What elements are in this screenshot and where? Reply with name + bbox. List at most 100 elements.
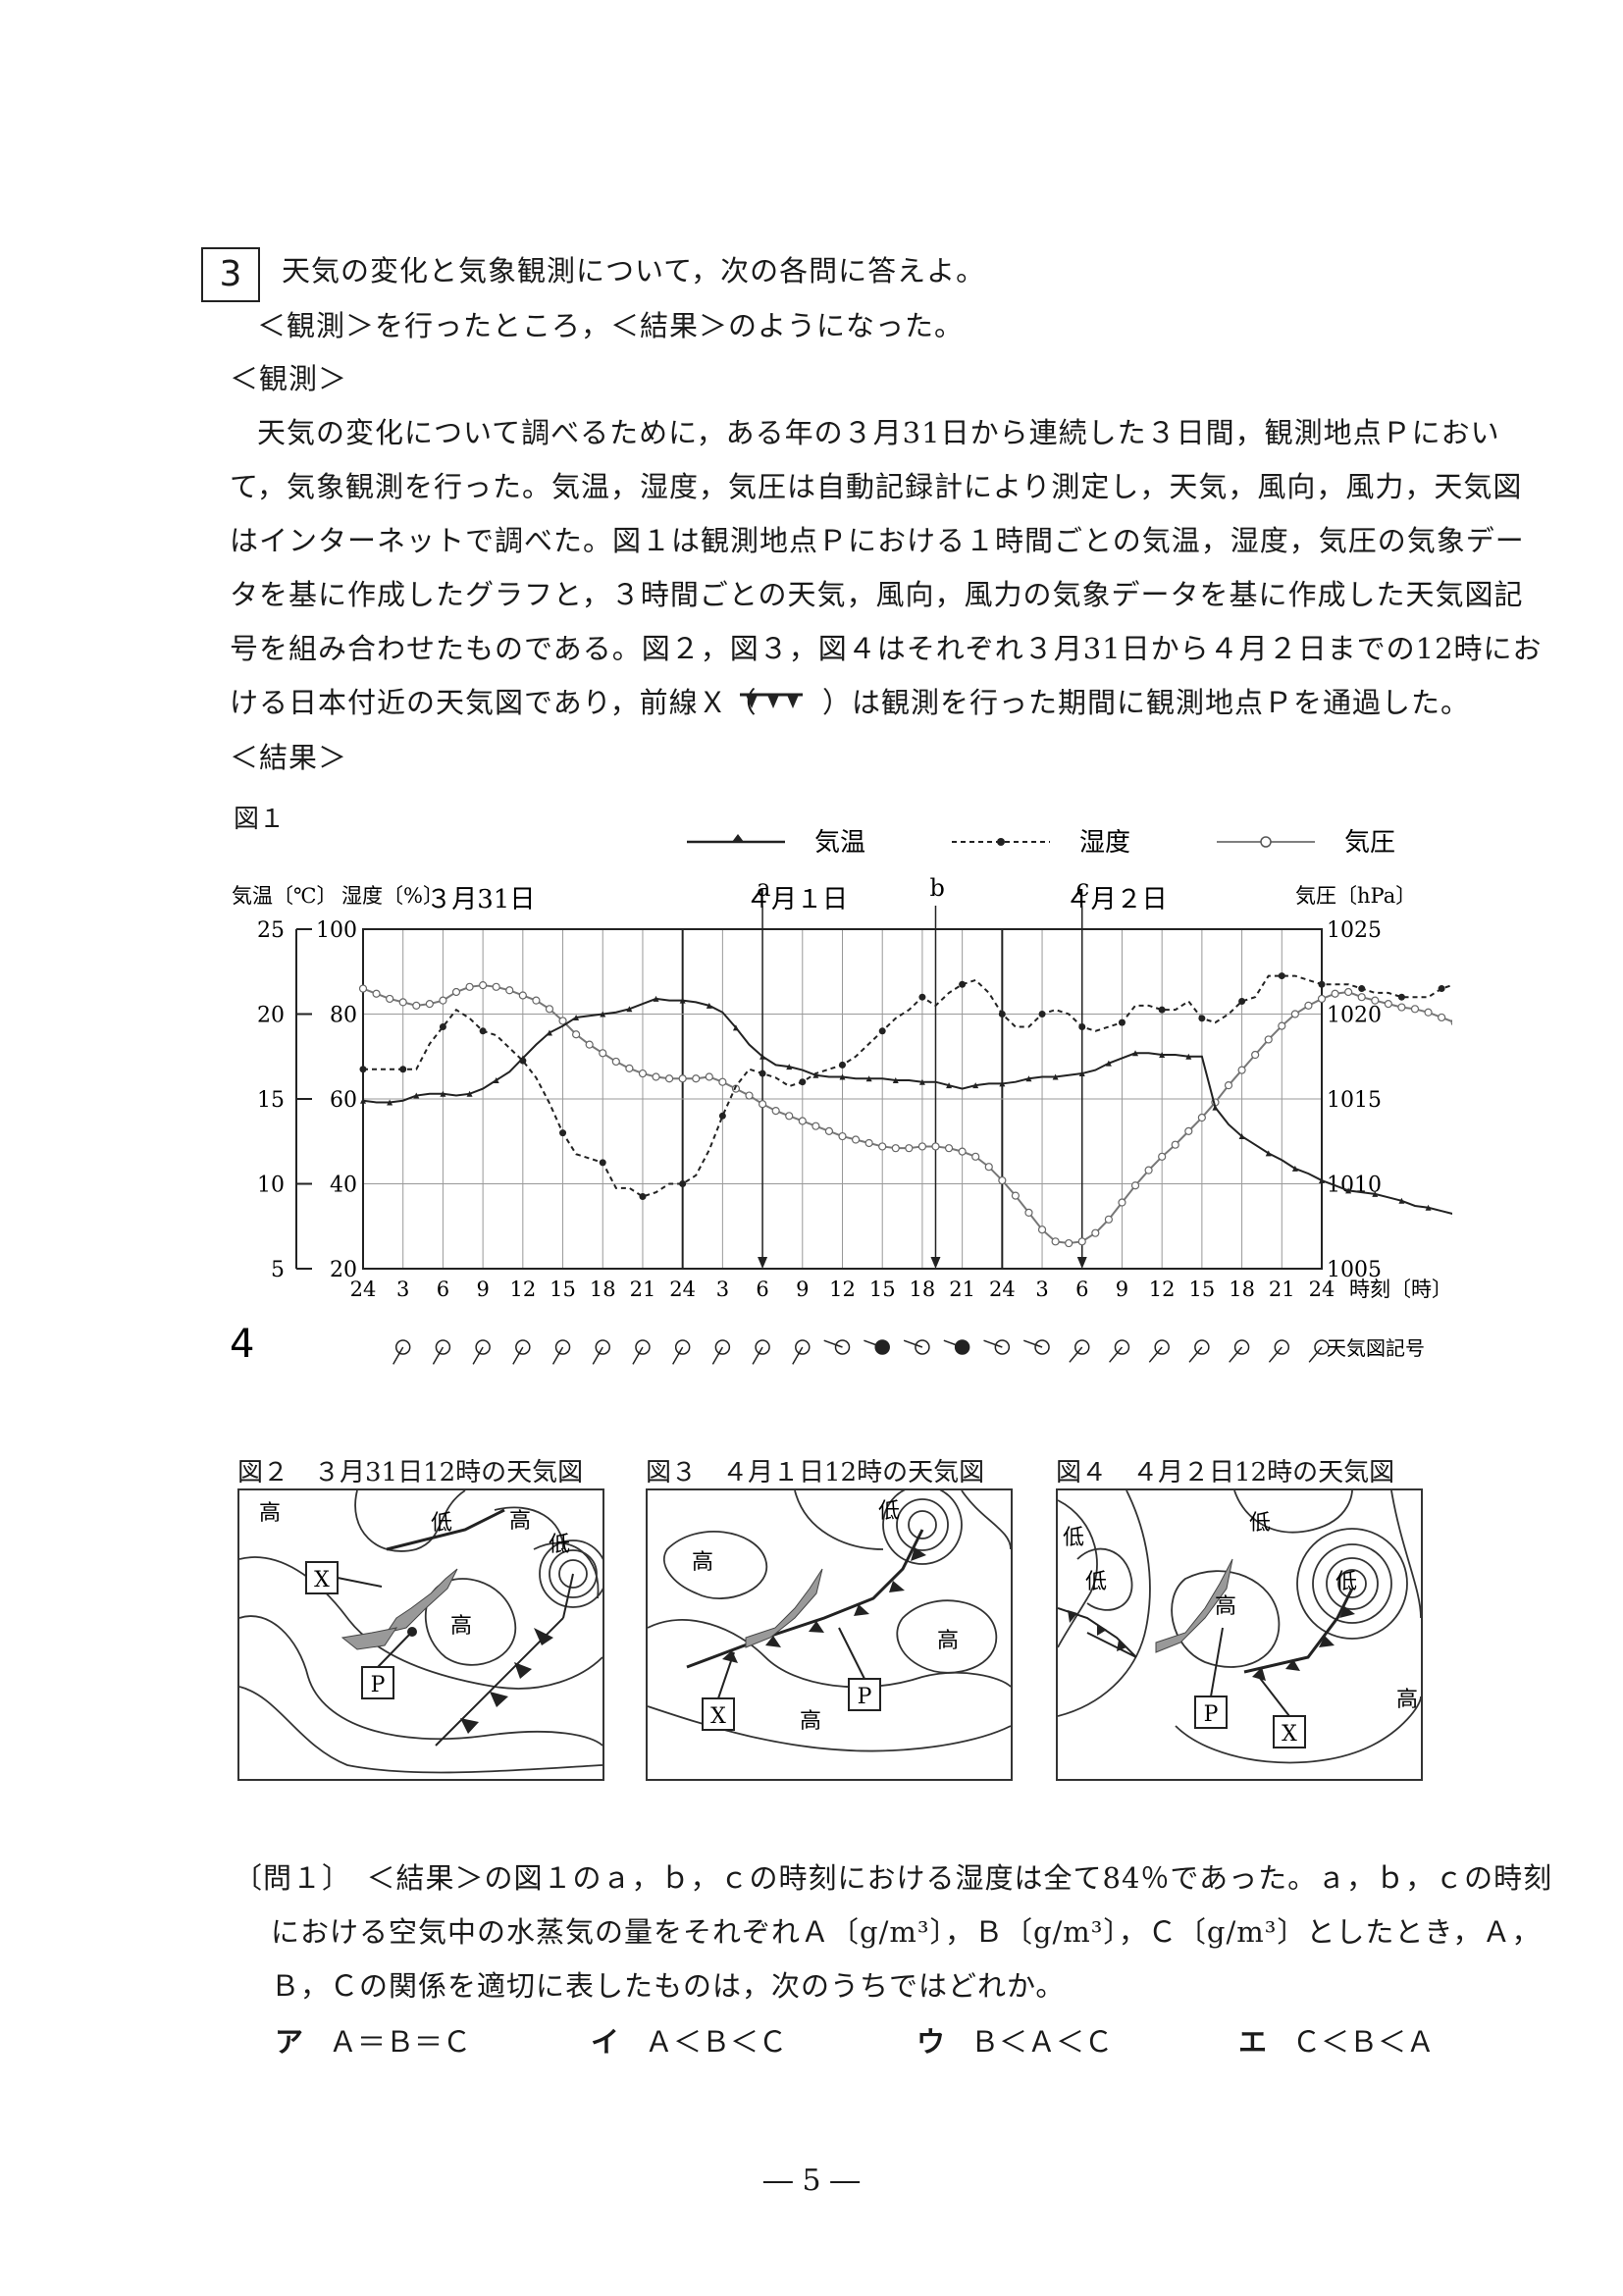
humidity-point [559, 1129, 567, 1137]
svg-text:X: X [1282, 1722, 1297, 1747]
pressure-point [1065, 1238, 1073, 1248]
chart-legend: 気温 湿度 気圧 [687, 828, 1395, 858]
svg-text:高: 高 [509, 1509, 531, 1534]
temp-line [362, 997, 1452, 1215]
x-tick-label: 3 [716, 1278, 729, 1301]
x-tick-label: 21 [949, 1278, 975, 1301]
pressure-point [425, 1000, 434, 1009]
pressure-point [917, 1142, 927, 1151]
pressure-point [718, 1077, 727, 1086]
x-tick-label: 6 [756, 1278, 768, 1301]
humidity-point [439, 1022, 446, 1030]
humidity-tick-label: 40 [330, 1174, 357, 1198]
pressure-point [692, 1074, 701, 1083]
obs-line-3: はインターネットで調べた。図１は観測地点Ｐにおける１時間ごとの気温，湿度，気圧の… [230, 524, 1525, 557]
temp-tick-label: 10 [257, 1174, 285, 1198]
choice-i[interactable]: イ Ａ＜Ｂ＜Ｃ [591, 2019, 787, 2061]
pressure-point [1410, 1005, 1420, 1014]
obs-line-6b: ）は観測を行った期間に観測地点Ｐを通過した。 [822, 686, 1471, 719]
weather-symbol [635, 1339, 651, 1355]
pressure-point [1264, 1035, 1273, 1044]
pressure-tick-label: 1025 [1327, 918, 1382, 943]
humidity-tick-label: 80 [330, 1004, 357, 1028]
pressure-point [1037, 1226, 1047, 1234]
temp-tick-label: 20 [257, 1004, 285, 1028]
x-tick-label: 6 [1075, 1278, 1088, 1301]
pressure-tick-label: 1020 [1327, 1004, 1382, 1028]
marker-arrow-c [1076, 1257, 1087, 1269]
humidity-tick-label: 100 [316, 918, 357, 943]
temp-tick-label: 15 [257, 1088, 285, 1113]
pressure-point [998, 1175, 1007, 1185]
pressure-point [479, 980, 488, 990]
pressure-point [1438, 1013, 1446, 1022]
choice-a[interactable]: ア Ａ＝Ｂ＝Ｃ [275, 2019, 471, 2061]
symbol-legend-glyph: 4 [230, 1322, 254, 1367]
x-tick-label: 18 [910, 1278, 936, 1301]
x-tick-label: 24 [350, 1278, 377, 1301]
pressure-point [412, 1001, 421, 1010]
pressure-point [1317, 994, 1327, 1004]
humidity-point [1158, 1006, 1166, 1014]
pressure-point [1304, 1001, 1313, 1010]
figure3-label: 図３ ４月１日12時の天気図 [646, 1458, 985, 1487]
x-tick-label: 21 [630, 1278, 656, 1301]
pressure-point [451, 987, 461, 997]
pressure-point [1158, 1152, 1167, 1161]
pressure-point [1077, 1237, 1086, 1246]
marker-label-b: b [929, 874, 944, 902]
weather-map-mar31: X P 高 低 高 低 高 [237, 1488, 604, 1781]
humidity-point [1438, 985, 1445, 993]
weather-symbol [1034, 1339, 1050, 1355]
humidity-point [1318, 980, 1326, 988]
pressure-point [1290, 1010, 1299, 1018]
map-point-label: P [371, 1673, 386, 1697]
q1-line-2: における空気中の水蒸気の量をそれぞれＡ〔g/m³〕，Ｂ〔g/m³〕，Ｃ〔g/m³… [271, 1915, 1542, 1949]
pressure-point [1224, 1081, 1233, 1090]
x-tick-label: 12 [1149, 1278, 1176, 1301]
x-tick-label: 9 [476, 1278, 489, 1301]
pressure-tick-label: 1015 [1327, 1088, 1382, 1113]
x-tick-label: 18 [590, 1278, 616, 1301]
pressure-point [851, 1135, 861, 1144]
x-tick-label: 24 [1309, 1278, 1335, 1301]
x-tick-label: 15 [550, 1278, 576, 1301]
map-front-label: X [314, 1568, 330, 1592]
weather-map-apr2: P X 低 低 低 高 低 高 [1056, 1488, 1423, 1781]
result-heading: ＜結果＞ [230, 741, 348, 774]
obs-line-2: て，気象観測を行った。気温，湿度，気圧は自動記録計により測定し，天気，風向，風力… [230, 470, 1523, 503]
x-tick-label: 15 [1189, 1278, 1216, 1301]
choice-e[interactable]: エ Ｃ＜Ｂ＜Ａ [1238, 2019, 1435, 2061]
x-tick-label: 6 [437, 1278, 449, 1301]
pressure-point [652, 1072, 660, 1081]
pressure-point [1197, 1113, 1206, 1122]
axis-temp-title: 気温〔℃〕 [232, 884, 338, 908]
svg-text:低: 低 [878, 1499, 900, 1524]
page-number: ― 5 ― [762, 2164, 861, 2198]
pressure-point [492, 982, 500, 991]
svg-text:高: 高 [450, 1614, 472, 1639]
weather-map-apr1: X P 高 低 高 高 [646, 1488, 1013, 1781]
x-tick-label: 9 [796, 1278, 809, 1301]
pressure-point [758, 1100, 767, 1109]
figure2-label: 図２ ３月31日12時の天気図 [237, 1458, 584, 1487]
pressure-point [611, 1057, 620, 1067]
x-tick-label: 24 [989, 1278, 1016, 1301]
humidity-point [479, 1027, 487, 1035]
svg-text:低: 低 [1085, 1570, 1107, 1594]
svg-text:低: 低 [431, 1511, 452, 1536]
svg-text:高: 高 [259, 1501, 281, 1526]
pressure-point [745, 1091, 754, 1100]
pressure-point [878, 1142, 887, 1151]
pressure-point [1384, 1000, 1392, 1009]
svg-text:高: 高 [937, 1629, 959, 1653]
x-tick-label: 3 [1035, 1278, 1048, 1301]
pressure-point [1424, 1008, 1433, 1017]
x-tick-label: 12 [829, 1278, 856, 1301]
pressure-point [1024, 1208, 1033, 1218]
humidity-point [1198, 1015, 1206, 1022]
choice-u[interactable]: ウ Ｂ＜Ａ＜Ｃ [916, 2019, 1113, 2061]
pressure-point [1051, 1237, 1060, 1246]
temp-tick-label: 25 [257, 918, 285, 943]
obs-line-1: 天気の変化について調べるために，ある年の３月31日から連続した３日間，観測地点Ｐ… [257, 416, 1500, 449]
